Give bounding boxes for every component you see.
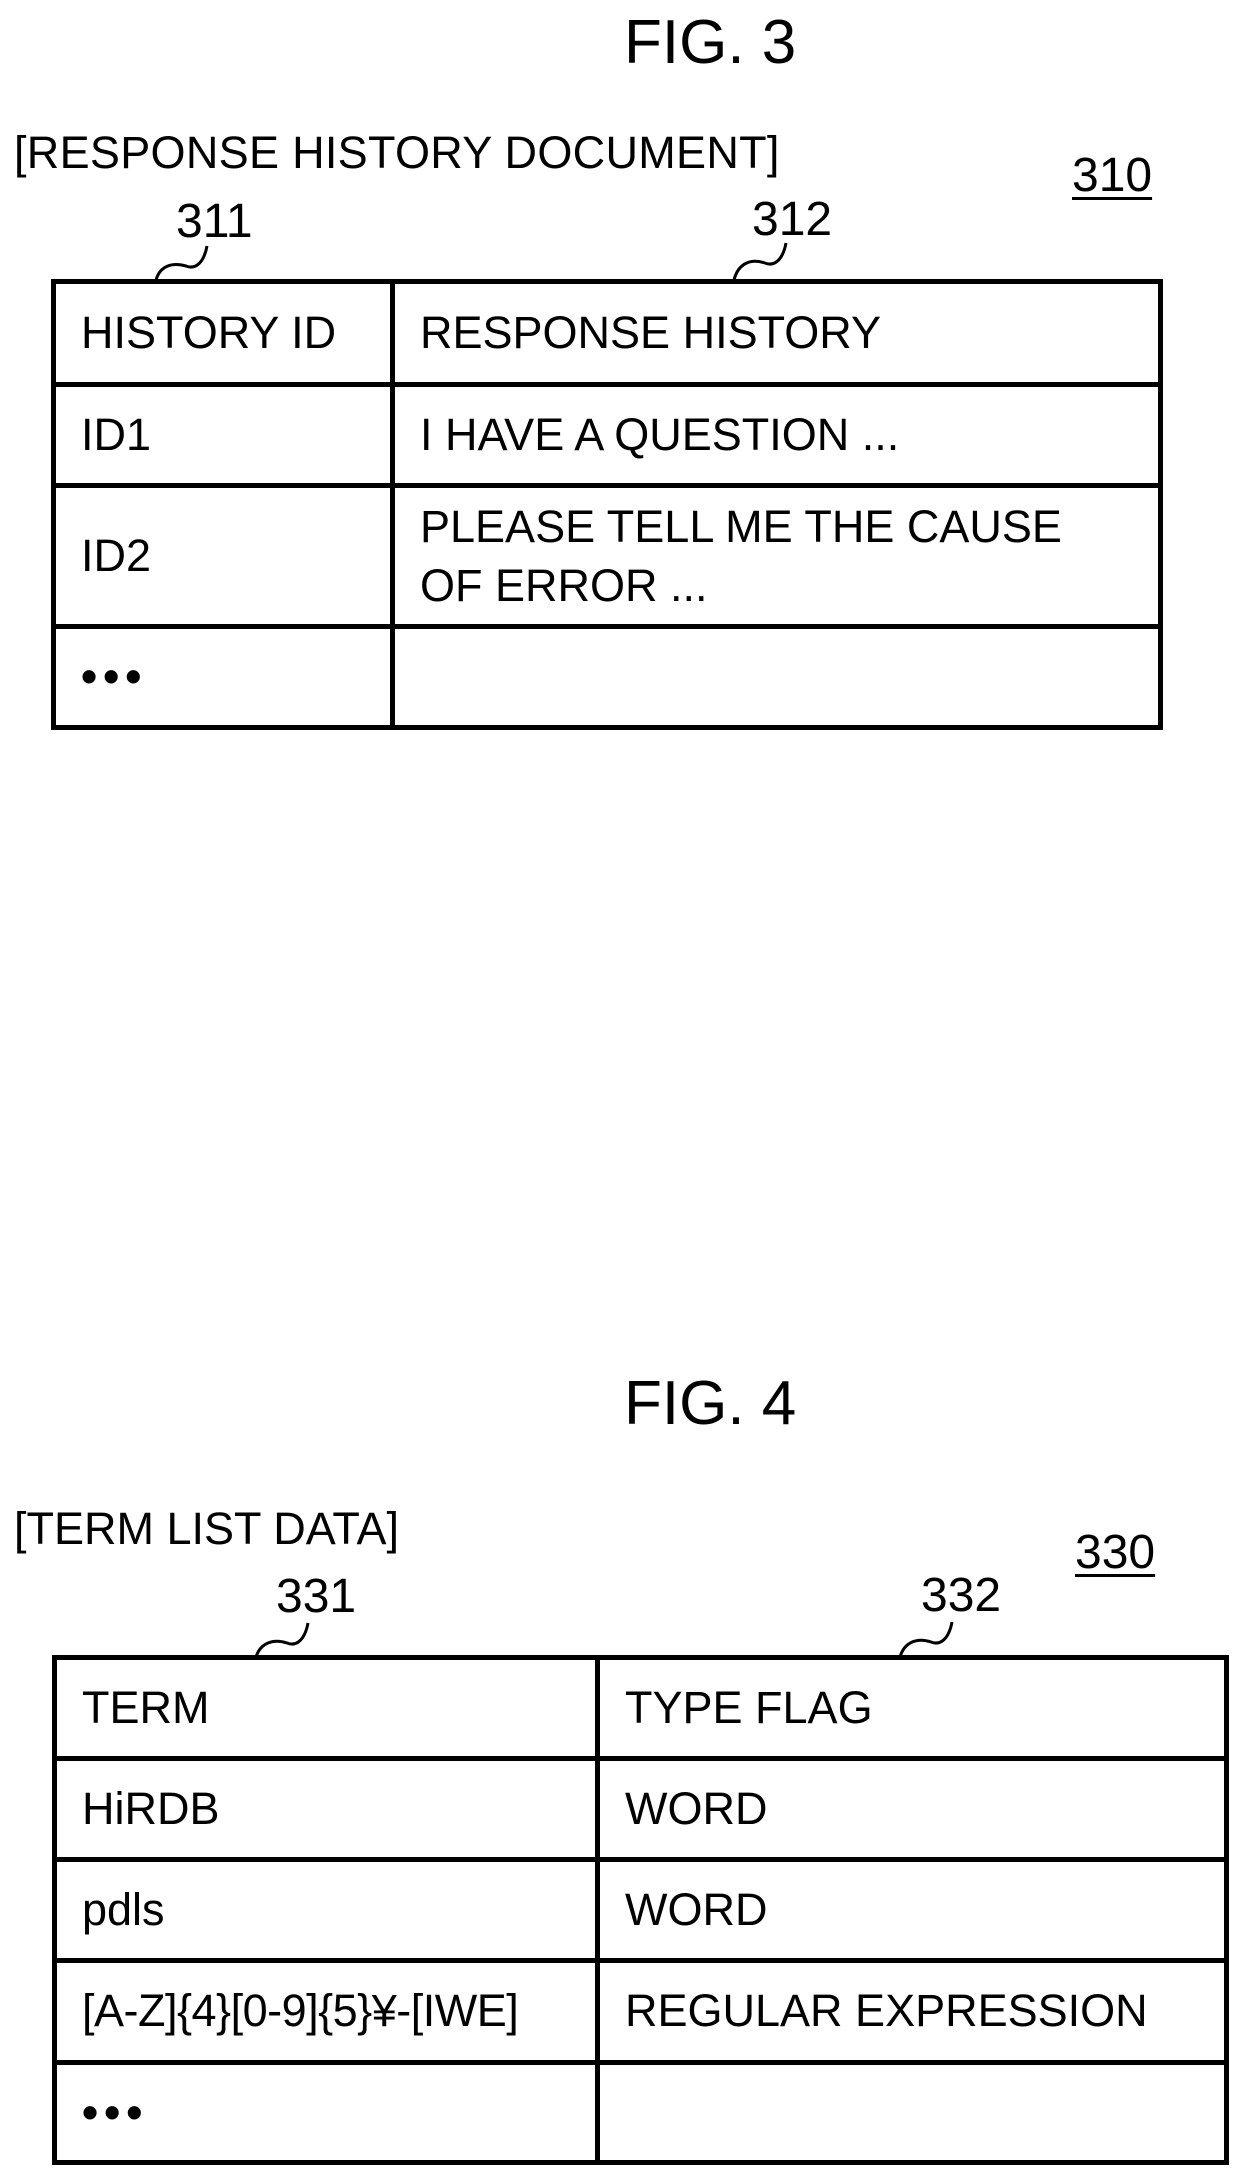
fig4-column2-leader-line <box>898 1621 954 1658</box>
column-header-type-flag: TYPE FLAG <box>595 1655 1229 1761</box>
fig4-column2-reference: 332 <box>921 1569 1002 1622</box>
table-row: ID2 PLEASE TELL ME THE CAUSE OF ERROR ..… <box>51 483 1163 629</box>
column-header-term: TERM <box>52 1655 600 1761</box>
history-id-cell: ID2 <box>51 483 395 629</box>
response-history-table: HISTORY ID RESPONSE HISTORY ID1 I HAVE A… <box>51 279 1163 730</box>
column-header-history-id: HISTORY ID <box>51 279 395 387</box>
term-list-table: TERM TYPE FLAG HiRDB WORD pdls WORD [A-Z… <box>52 1655 1229 2165</box>
continuation-dots-cell: ••• <box>52 2060 600 2165</box>
table-row: ••• <box>52 2060 1229 2165</box>
table-row: pdls WORD <box>52 1857 1229 1963</box>
empty-cell <box>390 624 1163 730</box>
fig3-column1-leader-line <box>154 245 209 281</box>
type-flag-cell: REGULAR EXPRESSION <box>595 1958 1229 2065</box>
table-row: [A-Z]{4}[0-9]{5}¥-[IWE] REGULAR EXPRESSI… <box>52 1958 1229 2065</box>
ellipsis-icon: ••• <box>82 2085 149 2138</box>
table-row: ••• <box>51 624 1163 730</box>
term-cell: [A-Z]{4}[0-9]{5}¥-[IWE] <box>52 1958 600 2065</box>
table-header-row: TERM TYPE FLAG <box>52 1655 1229 1761</box>
column-header-response-history: RESPONSE HISTORY <box>390 279 1163 387</box>
history-id-cell: ID1 <box>51 382 395 488</box>
fig4-title: FIG. 4 <box>624 1369 797 1438</box>
response-history-cell: I HAVE A QUESTION ... <box>390 382 1163 488</box>
response-history-cell: PLEASE TELL ME THE CAUSE OF ERROR ... <box>390 483 1163 629</box>
fig4-column1-leader-line <box>254 1622 310 1658</box>
fig4-table-reference: 330 <box>1075 1526 1156 1579</box>
table-row: HiRDB WORD <box>52 1756 1229 1862</box>
empty-cell <box>595 2060 1229 2165</box>
fig4-column1-reference: 331 <box>276 1570 357 1623</box>
type-flag-cell: WORD <box>595 1857 1229 1963</box>
term-cell: HiRDB <box>52 1756 600 1862</box>
table-header-row: HISTORY ID RESPONSE HISTORY <box>51 279 1163 387</box>
continuation-dots-cell: ••• <box>51 624 395 730</box>
term-cell: pdls <box>52 1857 600 1963</box>
type-flag-cell: WORD <box>595 1756 1229 1862</box>
fig4-document-label: [TERM LIST DATA] <box>14 1503 400 1554</box>
table-row: ID1 I HAVE A QUESTION ... <box>51 382 1163 488</box>
fig3-column2-leader-line <box>732 242 788 281</box>
ellipsis-icon: ••• <box>81 650 148 703</box>
